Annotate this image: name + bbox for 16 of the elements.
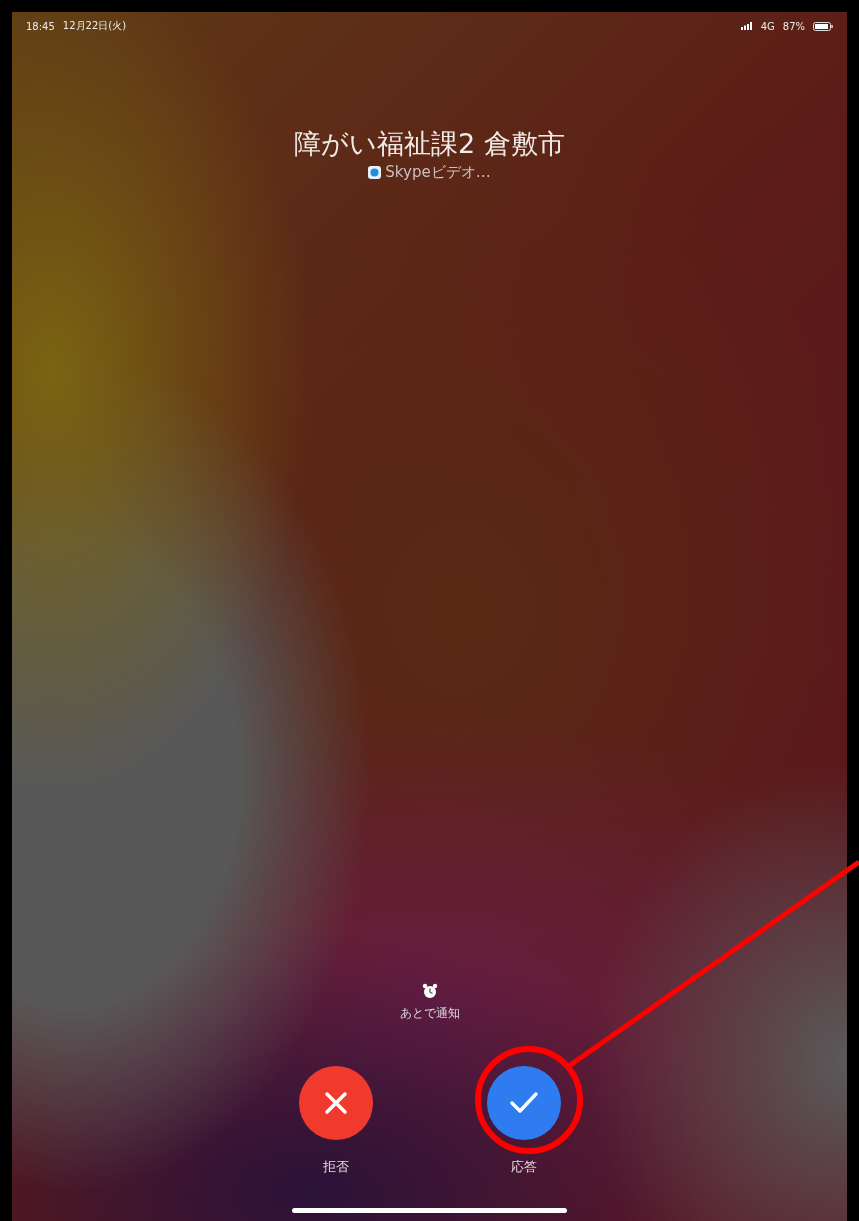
- caller-name: 障がい福祉課2 倉敷市: [294, 127, 565, 161]
- app-label: Skypeビデオ…: [385, 162, 491, 182]
- app-icon: [368, 165, 382, 179]
- remind-later-label[interactable]: あとで通知: [399, 1005, 460, 1022]
- battery-icon: [813, 21, 833, 31]
- network-label: 4G: [760, 20, 775, 32]
- battery-percent: 87%: [782, 20, 805, 32]
- accept-button[interactable]: [486, 1066, 561, 1140]
- status-date: 12月22日(火): [62, 19, 127, 33]
- signal-icon: [740, 22, 753, 30]
- status-time: 18:45: [26, 20, 55, 32]
- alarm-clock-icon[interactable]: [421, 983, 438, 999]
- checkmark-icon: [508, 1091, 539, 1115]
- action-label: 応答: [510, 1158, 537, 1176]
- close-icon: [322, 1090, 349, 1116]
- action-label: 拒否: [322, 1158, 349, 1176]
